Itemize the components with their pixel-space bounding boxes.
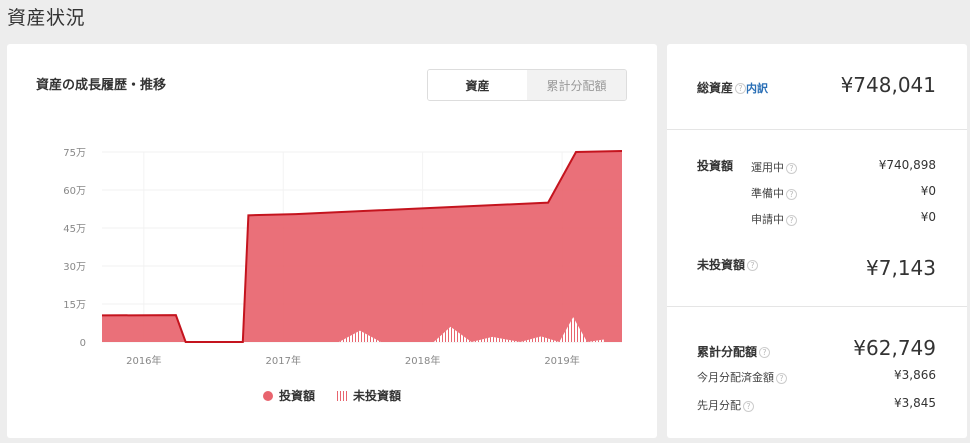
y-tick-label: 15万: [63, 300, 86, 311]
divider: [667, 306, 967, 307]
applying-label: 申請中: [751, 213, 784, 226]
y-tick-label: 0: [80, 338, 86, 349]
legend-uninvested-label: 未投資額: [353, 389, 402, 403]
invested-label: 投資額: [697, 159, 734, 173]
page-title: 資産状況: [7, 7, 86, 29]
uninvested-swatch-icon: [337, 390, 347, 401]
invested-area: [102, 150, 622, 342]
x-tick-label: 2016年: [126, 354, 161, 367]
x-tick-label: 2019年: [544, 354, 579, 367]
this-month-distribution-value: ¥3,866: [894, 368, 936, 382]
last-month-distribution-label: 先月分配: [697, 399, 741, 412]
preparing-label: 準備中: [751, 187, 784, 200]
help-icon[interactable]: ?: [747, 260, 759, 271]
help-icon[interactable]: ?: [735, 83, 747, 94]
y-tick-label: 30万: [63, 262, 86, 273]
asset-area-chart: 75万 60万 45万 30万 15万 0 2016年 2017年 2018年 2019年: [63, 148, 623, 367]
cumulative-distribution-value: ¥62,749: [853, 336, 936, 360]
uninvested-value: ¥7,143: [866, 256, 936, 280]
y-tick-label: 75万: [63, 148, 86, 159]
help-icon[interactable]: ?: [786, 188, 797, 200]
applying-value: ¥0: [920, 210, 936, 224]
y-tick-label: 45万: [63, 224, 86, 235]
help-icon[interactable]: ?: [759, 347, 771, 358]
help-icon[interactable]: ?: [786, 162, 797, 174]
invested-swatch-icon: [262, 390, 273, 401]
asset-summary-card: 総資産? 内訳 ¥748,041 投資額 運用中? ¥740,898 準備中? ¥…: [667, 44, 967, 438]
legend-invested-label: 投資額: [278, 389, 315, 403]
cumulative-distribution-label: 累計分配額: [697, 345, 758, 359]
help-icon[interactable]: ?: [743, 400, 754, 412]
cumulative-distribution-label-group: 累計分配額?: [697, 343, 771, 360]
help-icon[interactable]: ?: [786, 214, 797, 226]
applying-label-group: 申請中?: [751, 211, 797, 227]
total-assets-value: ¥748,041: [840, 73, 936, 97]
asset-history-card: 資産の成長履歴・推移 資産 累計分配額 75万 60万 45万 30万 15万 0 201…: [7, 44, 657, 438]
y-tick-label: 60万: [63, 186, 86, 197]
x-tick-label: 2018年: [405, 354, 440, 367]
divider: [667, 129, 967, 130]
chart-legend: 投資額 未投資額: [7, 387, 657, 404]
last-month-distribution-label-group: 先月分配?: [697, 397, 754, 413]
legend-invested[interactable]: 投資額: [262, 387, 315, 404]
in-operation-value: ¥740,898: [878, 158, 936, 172]
breakdown-link[interactable]: 内訳: [746, 82, 768, 95]
this-month-distribution-label: 今月分配済金額: [697, 371, 774, 384]
preparing-label-group: 準備中?: [751, 185, 797, 201]
in-operation-label-group: 運用中?: [751, 159, 797, 175]
total-assets-label-group: 総資産? 内訳: [697, 79, 768, 96]
x-tick-label: 2017年: [266, 354, 301, 367]
preparing-value: ¥0: [920, 184, 936, 198]
legend-uninvested[interactable]: 未投資額: [337, 387, 401, 404]
help-icon[interactable]: ?: [776, 372, 787, 384]
this-month-distribution-label-group: 今月分配済金額?: [697, 369, 787, 385]
in-operation-label: 運用中: [751, 161, 784, 174]
uninvested-label-group: 未投資額?: [697, 256, 759, 273]
total-assets-label: 総資産: [697, 81, 734, 95]
last-month-distribution-value: ¥3,845: [894, 396, 936, 410]
uninvested-label: 未投資額: [697, 258, 746, 272]
